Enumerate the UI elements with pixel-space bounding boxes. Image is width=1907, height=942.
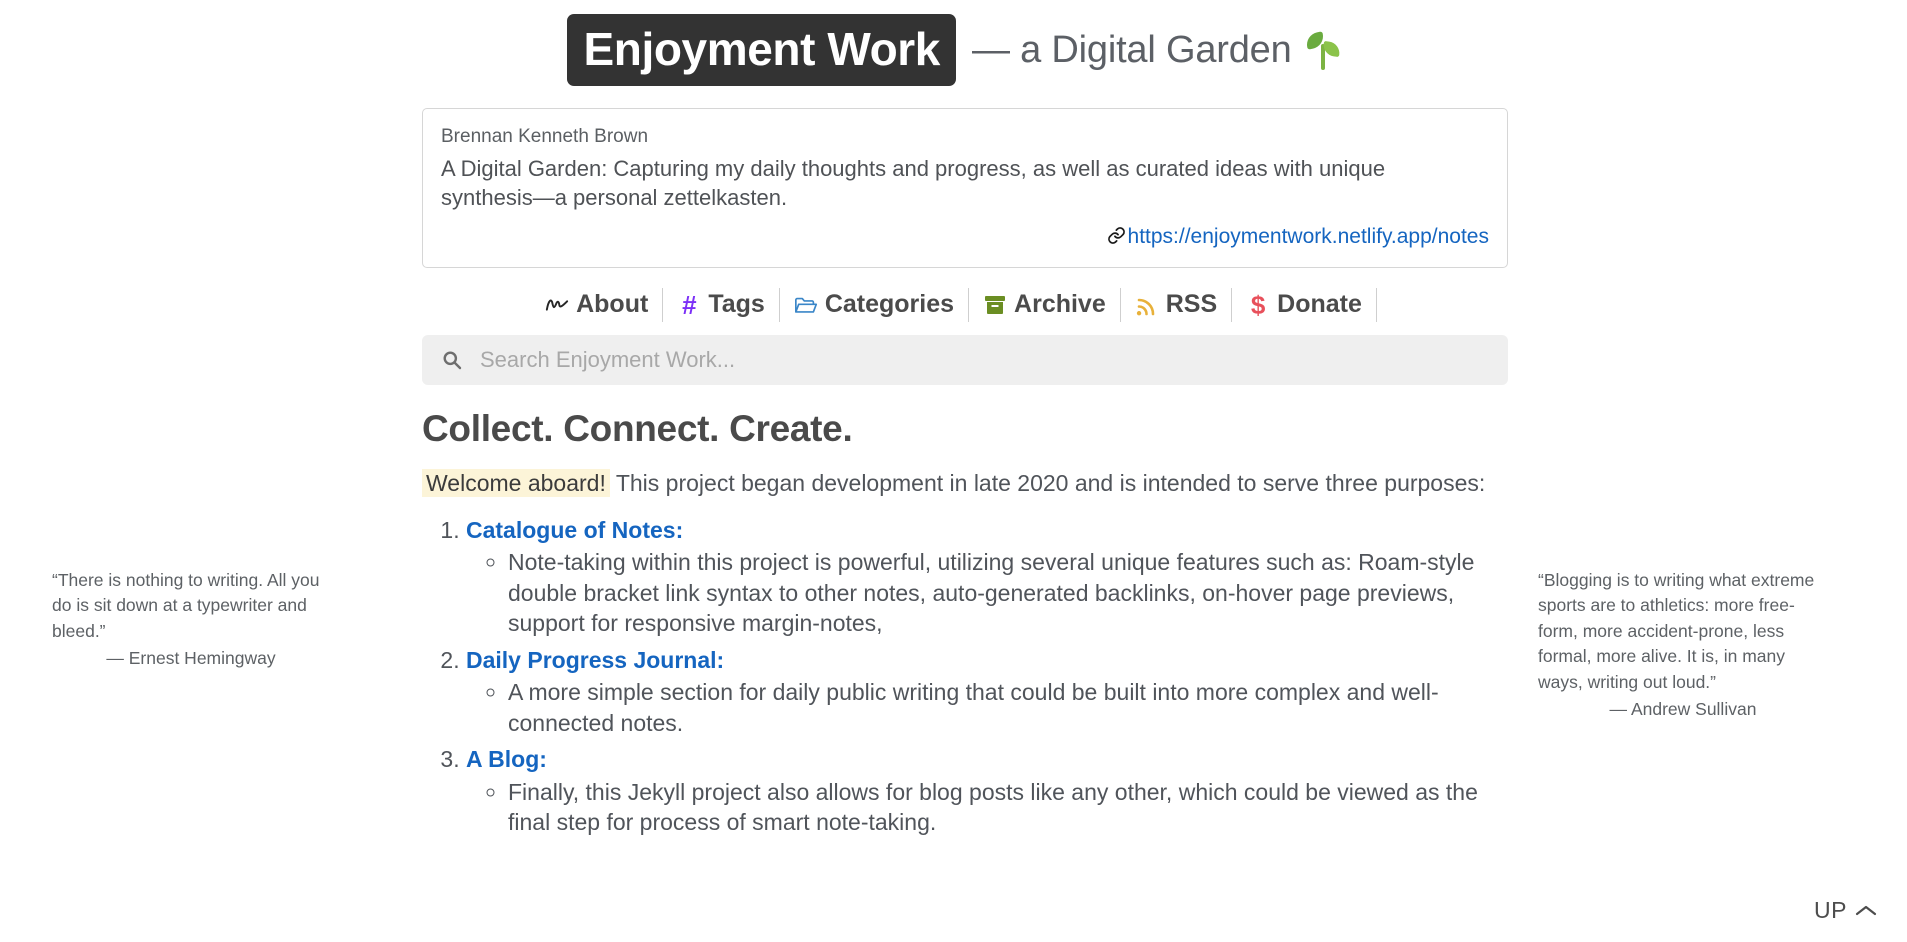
archive-box-icon: [983, 293, 1007, 317]
nav-label-categories: Categories: [824, 290, 955, 319]
search-input[interactable]: [478, 346, 1490, 374]
chevron-up-icon: [1855, 897, 1877, 924]
welcome-highlight: Welcome aboard!: [422, 469, 610, 497]
list-item-detail: Finally, this Jekyll project also allows…: [508, 777, 1512, 838]
margin-note-left-quote: “There is nothing to writing. All you do…: [52, 570, 320, 641]
nav-item-about[interactable]: About: [530, 288, 664, 322]
nav-item-archive[interactable]: Archive: [969, 288, 1121, 322]
nav-item-categories[interactable]: Categories: [780, 288, 970, 322]
nav-item-rss[interactable]: RSS: [1121, 288, 1233, 322]
nav-item-tags[interactable]: # Tags: [663, 288, 780, 322]
list-item-link-blog[interactable]: A Blog:: [466, 746, 547, 772]
scroll-to-top-link[interactable]: UP: [1814, 897, 1877, 924]
margin-note-left-attribution: — Ernest Hemingway: [106, 648, 276, 669]
purpose-list: Catalogue of Notes: Note-taking within t…: [422, 515, 1512, 838]
site-author: Brennan Kenneth Brown: [441, 126, 649, 147]
site-title-subtitle: — a Digital Garden: [971, 28, 1292, 71]
list-item-detail: Note-taking within this project is power…: [508, 547, 1512, 639]
list-item: A Blog: Finally, this Jekyll project als…: [466, 744, 1512, 838]
margin-note-right-quote: “Blogging is to writing what extreme spo…: [1538, 570, 1815, 692]
sub-list: Note-taking within this project is power…: [466, 547, 1512, 639]
site-url-link[interactable]: https://enjoymentwork.netlify.app/notes: [1128, 225, 1489, 248]
seedling-icon: [1304, 30, 1341, 71]
dollar-icon: $: [1250, 290, 1266, 320]
hash-icon: #: [682, 290, 697, 320]
list-item-detail: A more simple section for daily public w…: [508, 677, 1512, 738]
site-title: Enjoyment Work — a Digital Garden: [567, 14, 1341, 86]
rss-icon: [1135, 293, 1159, 317]
nav-label-donate: Donate: [1277, 290, 1362, 319]
folder-open-icon: [794, 293, 818, 317]
margin-note-right: “Blogging is to writing what extreme spo…: [1538, 568, 1828, 722]
nav-label-about: About: [576, 290, 649, 319]
search-icon: [440, 348, 464, 372]
intro-text: This project began development in late 2…: [615, 470, 1486, 496]
sub-list: Finally, this Jekyll project also allows…: [466, 777, 1512, 838]
search-bar[interactable]: [422, 335, 1508, 385]
main-content: Collect. Connect. Create. Welcome aboard…: [422, 408, 1512, 844]
site-url-row: https://enjoymentwork.netlify.app/notes: [441, 225, 1489, 251]
nav-label-tags: Tags: [708, 290, 765, 319]
site-description-text: A Digital Garden: Capturing my daily tho…: [441, 155, 1386, 211]
margin-note-left: “There is nothing to writing. All you do…: [52, 568, 330, 672]
site-title-badge: Enjoyment Work: [567, 14, 956, 86]
list-item: Catalogue of Notes: Note-taking within t…: [466, 515, 1512, 639]
main-navigation: About # Tags Categories Archive RSS $ Do…: [0, 288, 1907, 322]
up-link-label: UP: [1814, 897, 1847, 923]
page-title: Collect. Connect. Create.: [422, 408, 853, 449]
signature-icon: [545, 293, 569, 317]
page-root: Enjoyment Work — a Digital Garden Brenna…: [0, 0, 1907, 942]
list-item: Daily Progress Journal: A more simple se…: [466, 645, 1512, 739]
site-description-card: Brennan Kenneth Brown A Digital Garden: …: [422, 108, 1508, 268]
list-item-link-journal[interactable]: Daily Progress Journal:: [466, 647, 724, 673]
link-icon: [1107, 226, 1126, 251]
nav-label-archive: Archive: [1014, 290, 1106, 319]
intro-paragraph: Welcome aboard! This project began devel…: [422, 468, 1512, 499]
nav-label-rss: RSS: [1165, 290, 1218, 319]
margin-note-right-attribution: — Andrew Sullivan: [1609, 698, 1757, 719]
nav-item-donate[interactable]: $ Donate: [1232, 288, 1377, 322]
sub-list: A more simple section for daily public w…: [466, 677, 1512, 738]
list-item-link-catalogue[interactable]: Catalogue of Notes:: [466, 517, 683, 543]
site-header: Enjoyment Work — a Digital Garden: [0, 0, 1907, 86]
